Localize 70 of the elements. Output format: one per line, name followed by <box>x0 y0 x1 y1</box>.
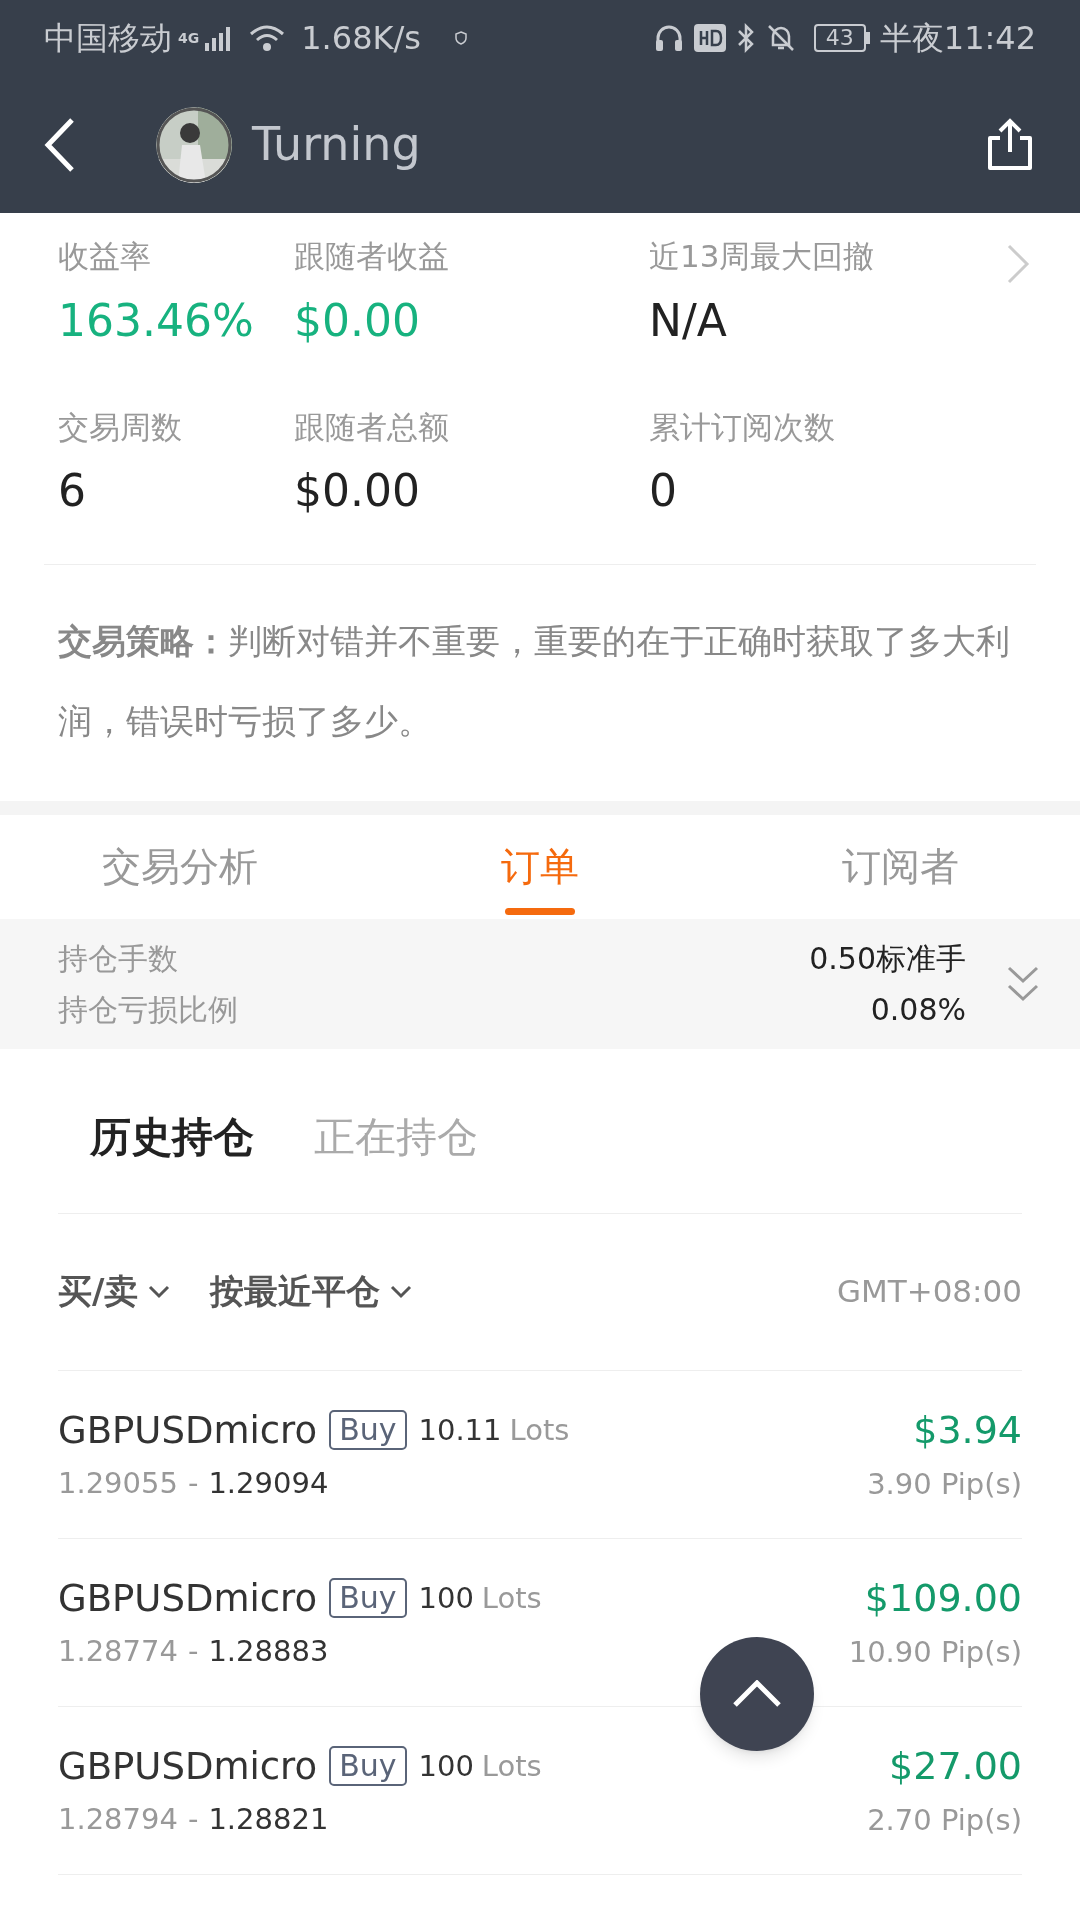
close-price: 1.28883 <box>208 1633 329 1670</box>
profit-amount: $27.00 <box>889 1742 1022 1790</box>
pips-value: 2.70 Pip(s) <box>867 1801 1022 1839</box>
bluetooth-icon <box>735 23 756 53</box>
profit-amount: $3.94 <box>913 1406 1022 1454</box>
carrier-name: 中国移动 <box>44 18 172 59</box>
price-separator: - <box>187 1465 199 1502</box>
caret-icon <box>148 1284 171 1299</box>
pips-value: 3.90 Pip(s) <box>867 1465 1022 1503</box>
network-speed: 1.68K/s <box>301 18 421 59</box>
lots-size: 100 <box>418 1747 474 1785</box>
open-price: 1.28774 <box>58 1633 178 1670</box>
share-icon[interactable] <box>986 117 1034 172</box>
stat-label: 近13周最大回撤 <box>649 237 876 276</box>
open-price: 1.29055 <box>58 1465 178 1502</box>
stat-label: 跟随者收益 <box>294 237 450 276</box>
back-icon[interactable] <box>44 116 76 173</box>
symbol-name: GBPUSDmicro <box>58 1407 318 1454</box>
lots-unit: Lots <box>481 1747 542 1785</box>
timezone-label: GMT+08:00 <box>836 1272 1022 1312</box>
price-separator: - <box>187 1801 199 1838</box>
hd-icon <box>693 24 726 52</box>
side-badge: Buy <box>329 1578 407 1619</box>
side-badge: Buy <box>329 1410 407 1451</box>
symbol-name: GBPUSDmicro <box>58 1743 318 1790</box>
stat-label: 累计订阅次数 <box>649 407 836 447</box>
network-type: 4G <box>178 29 200 48</box>
stat-value: 163.46% <box>58 293 255 348</box>
profile-name: Turning <box>252 116 421 173</box>
stat-value: 0 <box>649 464 678 518</box>
profit-amount: $109.00 <box>864 1574 1022 1622</box>
open-price: 1.28794 <box>58 1801 178 1838</box>
close-price: 1.28821 <box>208 1801 329 1838</box>
summary-value: 0.08% <box>870 991 966 1029</box>
tab[interactable]: 订单 <box>360 815 720 919</box>
filter-dropdown[interactable]: 买/卖 <box>58 1266 171 1317</box>
filter-dropdown[interactable]: 按最近平仓 <box>210 1266 413 1317</box>
stat-value: N/A <box>649 293 728 348</box>
tab[interactable]: 订阅者 <box>720 815 1080 919</box>
stat-value: $0.00 <box>294 293 421 348</box>
lots-unit: Lots <box>481 1579 542 1617</box>
expand-icon[interactable] <box>1006 964 1040 1004</box>
tab[interactable]: 交易分析 <box>0 815 360 919</box>
stat-value: 6 <box>58 464 87 518</box>
headphones-icon <box>653 23 684 53</box>
summary-label: 持仓亏损比例 <box>58 991 238 1029</box>
sub-tab[interactable]: 正在持仓 <box>314 1107 478 1169</box>
strategy-text: 交易策略：判断对错并不重要，重要的在于正确时获取了多大利润，错误时亏损了多少。 <box>57 620 1011 743</box>
stat-label: 交易周数 <box>58 407 183 447</box>
caret-icon <box>390 1284 413 1299</box>
tab-indicator <box>505 908 575 915</box>
shield-icon <box>454 31 467 45</box>
side-badge: Buy <box>329 1746 407 1787</box>
summary-value: 0.50标准手 <box>809 940 966 978</box>
sub-tab[interactable]: 历史持仓 <box>90 1107 254 1169</box>
symbol-name: GBPUSDmicro <box>58 1575 318 1622</box>
stat-label: 跟随者总额 <box>294 407 450 447</box>
bell-off-icon <box>765 23 796 53</box>
summary-label: 持仓手数 <box>58 940 178 978</box>
lots-unit: Lots <box>509 1411 570 1449</box>
stat-value: $0.00 <box>294 464 421 518</box>
clock-time: 半夜11:42 <box>879 18 1036 59</box>
pips-value: 10.90 Pip(s) <box>848 1633 1022 1671</box>
lots-size: 10.11 <box>418 1411 502 1449</box>
stat-label: 收益率 <box>58 237 152 276</box>
lots-size: 100 <box>418 1579 474 1617</box>
wifi-icon <box>249 24 286 52</box>
chevron-up-icon <box>732 1680 782 1708</box>
close-price: 1.29094 <box>208 1465 329 1502</box>
price-separator: - <box>187 1633 199 1670</box>
